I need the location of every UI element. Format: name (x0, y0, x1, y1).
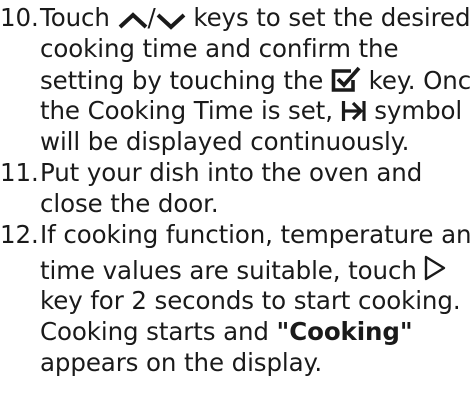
step-12-line-4: Cooking starts and "Cooking" (40, 317, 413, 346)
play-triangle-icon (424, 255, 446, 288)
step-10-line-1: 10.Touch / keys to set the desired (0, 3, 471, 37)
instruction-page: 10.Touch / keys to set the desired cooki… (0, 0, 472, 401)
step-10-line-5: will be displayed continuously. (40, 127, 410, 156)
checkbox-confirm-icon (331, 65, 361, 100)
step-12-line-5: appears on the display. (40, 348, 323, 377)
step-10-line-3: setting by touching the key. Once (40, 65, 472, 100)
step-number: 12. (0, 220, 39, 249)
step-number: 10. (0, 3, 39, 32)
step-12-line-1: 12.If cooking function, temperature and (0, 220, 472, 249)
step-11-line-1: 11.Put your dish into the oven and (0, 158, 423, 187)
cooking-time-arrow-bar-icon (341, 99, 367, 130)
display-text-cooking: "Cooking" (276, 317, 413, 346)
step-12-line-2: time values are suitable, touch (40, 255, 446, 288)
chevron-down-icon (156, 7, 186, 37)
step-11-line-2: close the door. (40, 189, 219, 218)
chevron-up-icon (118, 7, 148, 37)
step-12-line-3: key for 2 seconds to start cooking. (40, 286, 461, 315)
step-10-line-4: the Cooking Time is set, symbol (40, 96, 462, 130)
step-10-line-2: cooking time and confirm the (40, 34, 399, 63)
step-number: 11. (0, 158, 39, 187)
